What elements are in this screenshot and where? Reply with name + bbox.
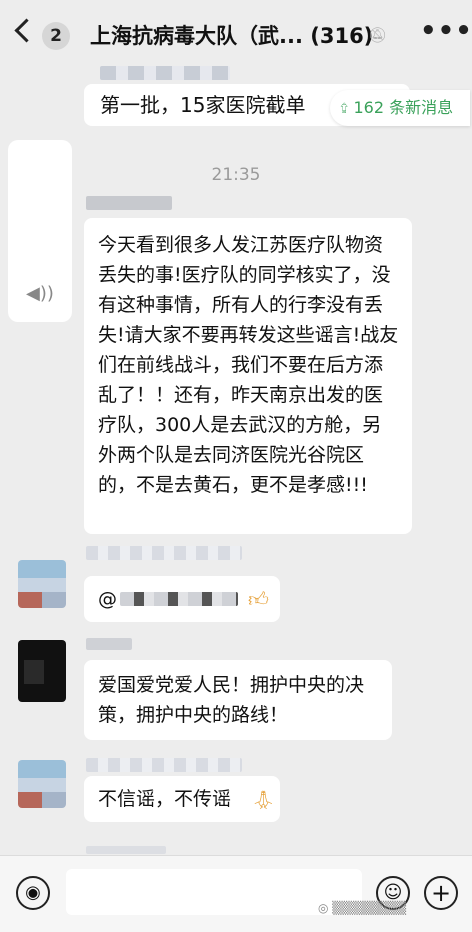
message-bubble-5[interactable]: 不信谣，不传谣 🙏︎ [84,776,280,822]
message-text-long: 今天看到很多人发江苏医疗队物资丢失的事!医疗队的同学核实了，没有这种事情，所有人… [98,234,399,496]
mentioned-name-blurred [120,592,238,606]
back-chevron-icon[interactable] [14,18,39,43]
sender-name-blurred [100,66,230,80]
message-text-mention: @ [98,588,117,610]
watermark: ◎ ▒▒▒▒▒▒▒▒ [318,901,407,915]
sender-name-blurred [86,638,132,650]
voice-waves-icon: ◀)) [26,283,54,304]
chat-title: 上海抗病毒大队（武... (316) [90,24,374,48]
input-bar: ◉ ☺ + [0,855,472,932]
new-messages-pill[interactable]: ⮸︎ 162 条新消息 [330,90,470,126]
message-bubble-long[interactable]: 今天看到很多人发江苏医疗队物资丢失的事!医疗队的同学核实了，没有这种事情，所有人… [84,218,412,534]
avatar[interactable] [18,640,66,702]
message-text-1: 第一批，15家医院截单 [100,93,306,117]
avatar[interactable] [18,560,66,608]
sender-name-blurred [86,758,242,772]
message-bubble-4[interactable]: 爱国爱党爱人民！拥护中央的决策，拥护中央的路线！ [84,660,392,740]
chat-header: 2 上海抗病毒大队（武... (316) 🔕︎ ••• [0,0,472,62]
thumbs-up-icon: 👍︎ [248,587,269,611]
sender-name-blurred [86,196,172,210]
sender-name-blurred [86,546,242,560]
more-icon[interactable]: ••• [420,16,472,46]
folded-hands-icon: 🙏︎ [252,790,275,811]
message-text-4: 爱国爱党爱人民！拥护中央的决策，拥护中央的路线！ [98,674,365,726]
sender-name-blurred [86,846,166,854]
voice-icon[interactable]: ◉ [16,876,50,910]
message-text-5: 不信谣，不传谣 [98,788,232,810]
avatar[interactable] [18,760,66,808]
timestamp: 21:35 [211,165,261,185]
unread-badge[interactable]: 2 [42,22,70,50]
mute-icon: 🔕︎ [368,26,388,44]
plus-icon[interactable]: + [424,876,458,910]
new-messages-label: 162 条新消息 [353,98,454,117]
double-chevron-up-icon: ⮸︎ [340,102,349,117]
message-bubble-mention[interactable]: @ 👍︎ [84,576,280,622]
